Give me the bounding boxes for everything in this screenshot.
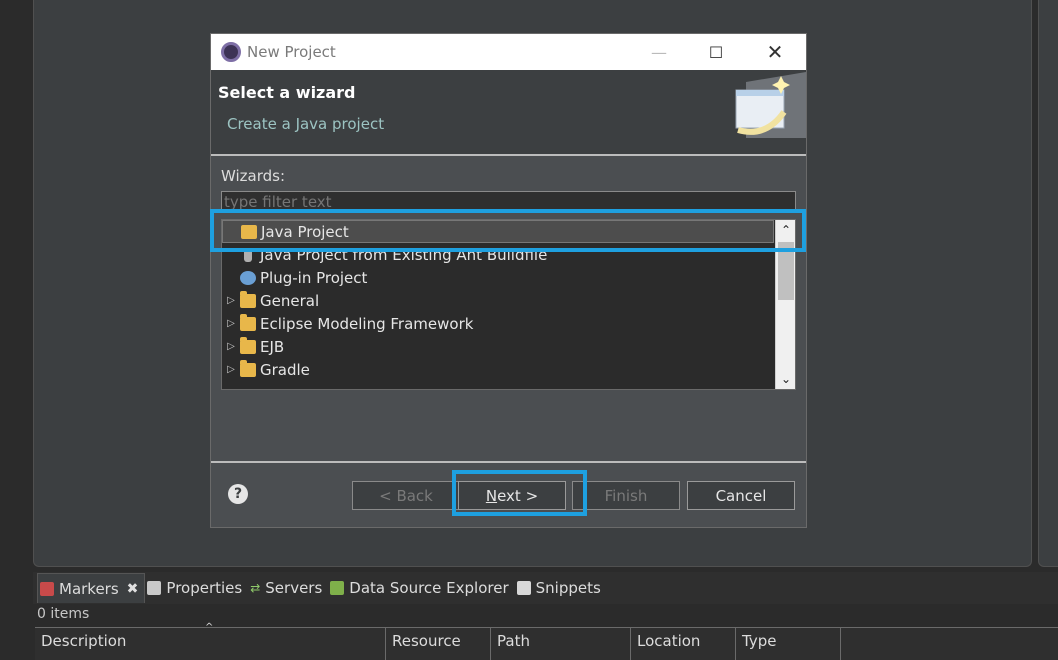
wizard-banner-icon — [735, 72, 806, 138]
close-icon[interactable]: ✖ — [127, 581, 139, 597]
finish-button[interactable]: Finish — [572, 481, 680, 510]
tab-label: Data Source Explorer — [349, 579, 509, 597]
tree-scrollbar[interactable]: ⌃ ⌄ — [775, 220, 795, 389]
tab-label: Snippets — [535, 579, 601, 597]
expand-icon[interactable]: ▷ — [222, 295, 240, 306]
snippets-icon — [516, 581, 531, 595]
dialog-titlebar[interactable]: New Project — ☐ ✕ — [211, 34, 806, 70]
tab-label: Markers — [59, 579, 119, 598]
column-location[interactable]: Location — [631, 628, 736, 660]
items-count: 0 items — [37, 606, 90, 622]
help-icon[interactable]: ? — [228, 484, 248, 504]
markers-icon — [40, 581, 54, 596]
scroll-down-icon[interactable]: ⌄ — [776, 369, 795, 389]
expand-icon[interactable]: ▷ — [222, 318, 240, 329]
folder-icon — [240, 290, 256, 308]
header-separator — [211, 154, 806, 156]
tab-properties[interactable]: Properties — [145, 573, 248, 603]
wizard-heading: Select a wizard — [218, 83, 356, 102]
close-button[interactable]: ✕ — [752, 34, 798, 70]
scroll-thumb[interactable] — [778, 242, 794, 300]
eclipse-icon — [221, 42, 241, 62]
folder-icon — [240, 359, 256, 377]
servers-icon: ⇄ — [250, 581, 261, 595]
tab-servers[interactable]: ⇄ Servers — [248, 573, 328, 603]
tab-snippets[interactable]: Snippets — [515, 573, 607, 603]
bottom-view-tabs: Markers ✖ Properties ⇄ Servers Data Sour… — [33, 572, 1058, 604]
sort-indicator-icon: ^ — [205, 622, 214, 633]
expand-icon[interactable]: ▷ — [222, 341, 240, 352]
column-type[interactable]: Type — [736, 628, 841, 660]
wizard-description: Create a Java project — [227, 115, 385, 133]
cancel-button[interactable]: Cancel — [687, 481, 795, 510]
back-button[interactable]: < Back — [352, 481, 460, 510]
footer-separator — [211, 461, 806, 463]
tree-item-ejb[interactable]: ▷ EJB — [222, 335, 774, 358]
plugin-icon — [240, 270, 256, 285]
tree-item-plugin-project[interactable]: Plug-in Project — [222, 266, 774, 289]
column-resource[interactable]: Resource — [386, 628, 491, 660]
tab-markers[interactable]: Markers ✖ — [37, 573, 146, 603]
tree-item-gradle[interactable]: ▷ Gradle — [222, 358, 774, 381]
tab-label: Properties — [166, 579, 243, 597]
tree-item-java-ant[interactable]: Java Project from Existing Ant Buildfile — [222, 243, 774, 266]
folder-icon — [240, 313, 256, 331]
minimize-button[interactable]: — — [636, 34, 682, 70]
tree-item-java-project[interactable]: Java Project — [222, 220, 774, 243]
expand-icon[interactable]: ▷ — [222, 364, 240, 375]
ant-icon — [244, 247, 252, 262]
tab-data-source-explorer[interactable]: Data Source Explorer — [328, 573, 514, 603]
scroll-up-icon[interactable]: ⌃ — [776, 220, 795, 240]
markers-table-header: Description ^ Resource Path Location Typ… — [35, 622, 1058, 660]
left-strip — [0, 0, 28, 660]
new-project-dialog: New Project — ☐ ✕ Select a wizard Create… — [210, 33, 807, 528]
java-project-icon — [241, 224, 257, 239]
tree-item-general[interactable]: ▷ General — [222, 289, 774, 312]
tab-label: Servers — [265, 579, 323, 597]
tree-item-emf[interactable]: ▷ Eclipse Modeling Framework — [222, 312, 774, 335]
properties-icon — [147, 581, 162, 595]
right-panel — [1038, 0, 1058, 567]
wizard-tree[interactable]: Java Project Java Project from Existing … — [221, 219, 796, 390]
maximize-button[interactable]: ☐ — [693, 34, 739, 70]
folder-icon — [240, 336, 256, 354]
filter-input[interactable] — [221, 191, 796, 213]
data-source-icon — [330, 581, 345, 595]
wizards-label: Wizards: — [221, 167, 286, 185]
column-description[interactable]: Description ^ — [35, 622, 386, 660]
next-button[interactable]: Next > — [458, 481, 566, 510]
column-path[interactable]: Path — [491, 628, 631, 660]
dialog-title: New Project — [247, 43, 336, 61]
